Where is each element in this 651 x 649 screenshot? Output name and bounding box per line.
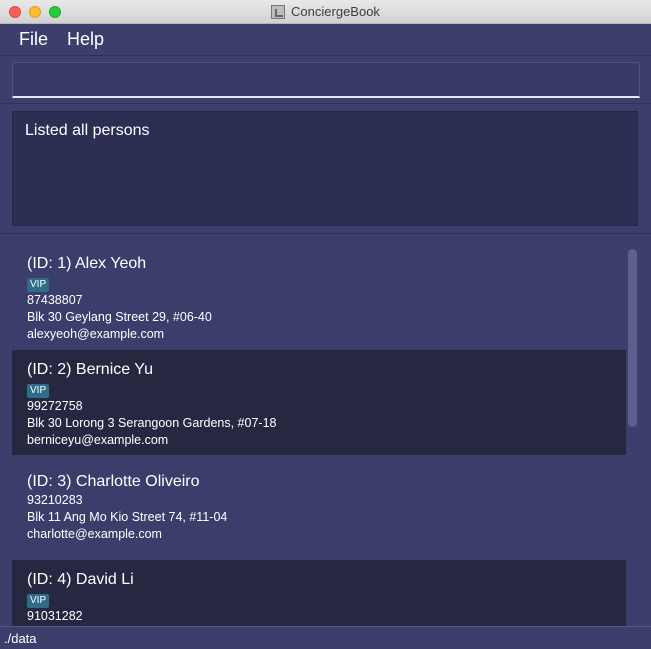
title-bar: ConciergeBook <box>0 0 651 24</box>
app-icon <box>271 4 286 19</box>
person-list[interactable]: (ID: 1) Alex Yeoh VIP 87438807 Blk 30 Ge… <box>12 244 626 626</box>
menu-file[interactable]: File <box>19 29 48 50</box>
person-phone: 91031282 <box>27 609 83 623</box>
person-address: Blk 11 Ang Mo Kio Street 74, #11-04 <box>27 510 228 524</box>
person-name: (ID: 2) Bernice Yu <box>27 361 153 378</box>
result-display: Listed all persons <box>12 111 638 226</box>
person-tag: VIP <box>27 278 50 292</box>
person-card[interactable]: (ID: 4) David Li VIP 91031282 <box>12 560 626 626</box>
person-tag: VIP <box>27 384 50 398</box>
result-display-container: Listed all persons <box>0 104 651 234</box>
window-title-group: ConciergeBook <box>271 4 380 19</box>
menu-help[interactable]: Help <box>67 29 104 50</box>
person-name: (ID: 4) David Li <box>27 571 134 588</box>
person-email: berniceyu@example.com <box>27 433 169 447</box>
minimize-window-button[interactable] <box>29 6 41 18</box>
person-list-container: (ID: 1) Alex Yeoh VIP 87438807 Blk 30 Ge… <box>0 234 651 626</box>
person-name: (ID: 1) Alex Yeoh <box>27 255 147 272</box>
result-message: Listed all persons <box>25 122 150 139</box>
person-address: Blk 30 Lorong 3 Serangoon Gardens, #07-1… <box>27 416 277 430</box>
person-card[interactable]: (ID: 2) Bernice Yu VIP 99272758 Blk 30 L… <box>12 350 626 455</box>
person-tag: VIP <box>27 594 50 608</box>
person-name: (ID: 3) Charlotte Oliveiro <box>27 473 200 490</box>
command-input[interactable] <box>12 62 640 98</box>
window-title: ConciergeBook <box>291 4 380 19</box>
person-card[interactable]: (ID: 3) Charlotte Oliveiro 93210283 Blk … <box>12 455 626 560</box>
person-email: alexyeoh@example.com <box>27 327 165 341</box>
person-phone: 87438807 <box>27 293 83 307</box>
person-address: Blk 30 Geylang Street 29, #06-40 <box>27 310 212 324</box>
list-scrollbar[interactable] <box>628 249 637 427</box>
command-box-container <box>0 56 651 104</box>
close-window-button[interactable] <box>9 6 21 18</box>
status-bar: ./data <box>0 626 651 649</box>
person-phone: 93210283 <box>27 493 83 507</box>
person-phone: 99272758 <box>27 399 83 413</box>
data-file-path: ./data <box>4 631 37 646</box>
person-card[interactable]: (ID: 1) Alex Yeoh VIP 87438807 Blk 30 Ge… <box>12 244 626 350</box>
person-email: charlotte@example.com <box>27 527 162 541</box>
menu-bar: File Help <box>0 24 651 56</box>
maximize-window-button[interactable] <box>49 6 61 18</box>
